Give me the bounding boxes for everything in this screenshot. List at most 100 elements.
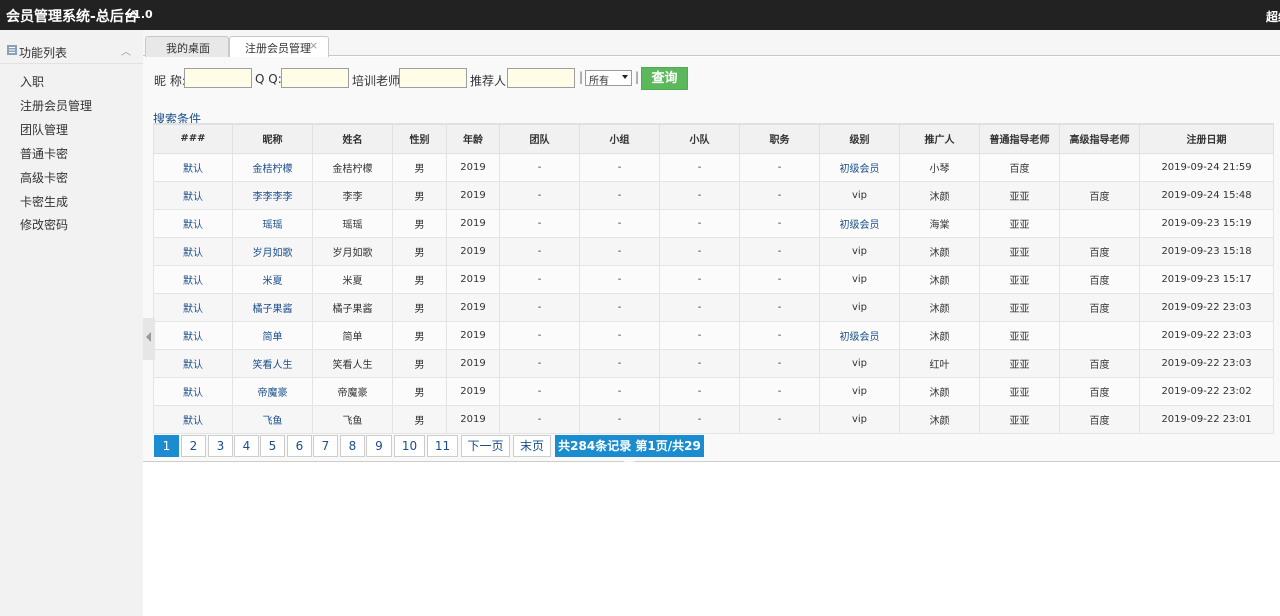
- table-cell-col-regular-mentor: 百度: [979, 152, 1060, 182]
- table-cell-col-id[interactable]: 默认: [153, 376, 233, 406]
- table-cell-col-group: -: [579, 348, 660, 378]
- table-cell-col-referrer: 沐颜: [899, 292, 980, 322]
- table-cell-col-nickname[interactable]: 瑶瑶: [232, 208, 313, 238]
- table-cell-col-id[interactable]: 默认: [153, 404, 233, 434]
- table-cell-col-nickname[interactable]: 岁月如歌: [232, 236, 313, 266]
- page-10-button[interactable]: 10: [394, 435, 425, 457]
- tab-member-management[interactable]: 注册会员管理 ×: [229, 36, 329, 57]
- table-cell-col-id[interactable]: 默认: [153, 152, 233, 182]
- table-cell-col-squad: -: [659, 208, 740, 238]
- sidebar-title: 功能列表: [19, 46, 68, 60]
- table-cell-col-senior-mentor: 百度: [1059, 348, 1140, 378]
- table-cell-col-nickname[interactable]: 笑看人生: [232, 348, 313, 378]
- referrer-input[interactable]: [507, 68, 575, 88]
- table-cell-col-level[interactable]: 初级会员: [819, 320, 900, 350]
- table-cell-col-register-date: 2019-09-22 23:03: [1139, 348, 1274, 378]
- table-cell-col-id[interactable]: 默认: [153, 236, 233, 266]
- sidebar-item-member-management[interactable]: 注册会员管理: [20, 97, 92, 114]
- table-cell-col-position: -: [739, 292, 820, 322]
- table-cell-col-gender: 男: [392, 320, 447, 350]
- table-cell-col-register-date: 2019-09-23 15:19: [1139, 208, 1274, 238]
- sidebar-item-change-password[interactable]: 修改密码: [20, 216, 68, 233]
- qq-label: Q Q:: [255, 72, 282, 86]
- table-cell-col-id[interactable]: 默认: [153, 180, 233, 210]
- table-header-col-id: ###: [153, 123, 233, 154]
- tab-my-desktop[interactable]: 我的桌面: [145, 36, 229, 57]
- sidebar: 功能列表 ︿ 入职 注册会员管理 团队管理 普通卡密 高级卡密 卡密生成 修改密…: [0, 30, 143, 616]
- table-cell-col-nickname[interactable]: 帝魔豪: [232, 376, 313, 406]
- table-cell-col-position: -: [739, 152, 820, 182]
- trainer-input[interactable]: [399, 68, 467, 88]
- sidebar-header[interactable]: 功能列表 ︿: [0, 38, 143, 64]
- table-cell-col-id[interactable]: 默认: [153, 320, 233, 350]
- table-header-col-regular-mentor: 普通指导老师: [979, 123, 1060, 154]
- table-header-col-position: 职务: [739, 123, 820, 154]
- sidebar-collapse-handle[interactable]: [143, 318, 155, 360]
- level-select[interactable]: 所有: [585, 70, 632, 87]
- info-mid2: 页/共: [655, 439, 685, 453]
- table-header-col-name: 姓名: [312, 123, 393, 154]
- table-cell-col-id[interactable]: 默认: [153, 208, 233, 238]
- chevron-left-icon: [146, 332, 151, 342]
- sidebar-item-regular-cards[interactable]: 普通卡密: [20, 145, 68, 162]
- table-cell-col-regular-mentor: 亚亚: [979, 236, 1060, 266]
- table-cell-col-group: -: [579, 320, 660, 350]
- nickname-input[interactable]: [184, 68, 252, 88]
- table-row: 默认 帝魔豪 帝魔豪男 2019- - - - vip 沐颜 亚亚 百度 2019-09-22 23:…: [153, 376, 1274, 406]
- page-9-button[interactable]: 9: [366, 435, 392, 457]
- table-cell-col-level: vip: [819, 348, 900, 378]
- query-button[interactable]: 查询: [641, 67, 688, 90]
- sidebar-item-advanced-cards[interactable]: 高级卡密: [20, 169, 68, 186]
- page-2-button[interactable]: 2: [181, 435, 206, 457]
- chevron-up-icon[interactable]: ︿: [121, 43, 131, 58]
- separator: |: [635, 70, 640, 84]
- table-cell-col-register-date: 2019-09-24 21:59: [1139, 152, 1274, 182]
- page-4-button[interactable]: 4: [234, 435, 259, 457]
- table-cell-col-squad: -: [659, 152, 740, 182]
- next-page-button[interactable]: 下一页: [461, 435, 510, 457]
- table-cell-col-regular-mentor: 亚亚: [979, 264, 1060, 294]
- table-cell-col-nickname[interactable]: 米夏: [232, 264, 313, 294]
- close-icon[interactable]: ×: [309, 39, 318, 52]
- table-cell-col-nickname[interactable]: 橘子果酱: [232, 292, 313, 322]
- table-cell-col-nickname[interactable]: 金桔柠檬: [232, 152, 313, 182]
- sidebar-item-card-generation[interactable]: 卡密生成: [20, 193, 68, 210]
- table-cell-col-age: 2019: [446, 404, 500, 434]
- page-11-button[interactable]: 11: [427, 435, 458, 457]
- table-cell-col-regular-mentor: 亚亚: [979, 376, 1060, 406]
- page-6-button[interactable]: 6: [287, 435, 312, 457]
- table-cell-col-nickname[interactable]: 李李李李: [232, 180, 313, 210]
- table-cell-col-name: 金桔柠檬: [312, 152, 393, 182]
- table-header-col-register-date: 注册日期: [1139, 123, 1274, 154]
- table-cell-col-gender: 男: [392, 376, 447, 406]
- table-cell-col-level[interactable]: 初级会员: [819, 208, 900, 238]
- page-5-button[interactable]: 5: [260, 435, 285, 457]
- page-7-button[interactable]: 7: [313, 435, 338, 457]
- table-cell-col-nickname[interactable]: 飞鱼: [232, 404, 313, 434]
- page-1-button[interactable]: 1: [154, 435, 179, 457]
- table-cell-col-age: 2019: [446, 376, 500, 406]
- table-cell-col-team: -: [499, 376, 580, 406]
- table-cell-col-age: 2019: [446, 348, 500, 378]
- table-cell-col-id[interactable]: 默认: [153, 264, 233, 294]
- page-3-button[interactable]: 3: [208, 435, 233, 457]
- table-cell-col-squad: -: [659, 264, 740, 294]
- table-cell-col-referrer: 小琴: [899, 152, 980, 182]
- table-cell-col-level[interactable]: 初级会员: [819, 152, 900, 182]
- trainer-label: 培训老师:: [352, 74, 405, 88]
- table-cell-col-senior-mentor: [1059, 320, 1140, 350]
- last-page-button[interactable]: 末页: [513, 435, 551, 457]
- table-cell-col-nickname[interactable]: 简单: [232, 320, 313, 350]
- sidebar-item-team-management[interactable]: 团队管理: [20, 121, 68, 138]
- info-suffix: 页: [623, 459, 636, 473]
- table-cell-col-id[interactable]: 默认: [153, 348, 233, 378]
- table-cell-col-position: -: [739, 404, 820, 434]
- table-cell-col-referrer: 沐颜: [899, 180, 980, 210]
- page-8-button[interactable]: 8: [340, 435, 365, 457]
- table-cell-col-gender: 男: [392, 348, 447, 378]
- member-table: ### 昵称 姓名 性别 年龄 团队 小组 小队 职务 级别 推广人 普通指导老师 高级指导老师 注册日期…: [153, 123, 1274, 434]
- current-user[interactable]: 超级管理员: [1266, 8, 1280, 25]
- qq-input[interactable]: [281, 68, 349, 88]
- table-cell-col-id[interactable]: 默认: [153, 292, 233, 322]
- sidebar-item-onboarding[interactable]: 入职: [20, 73, 44, 90]
